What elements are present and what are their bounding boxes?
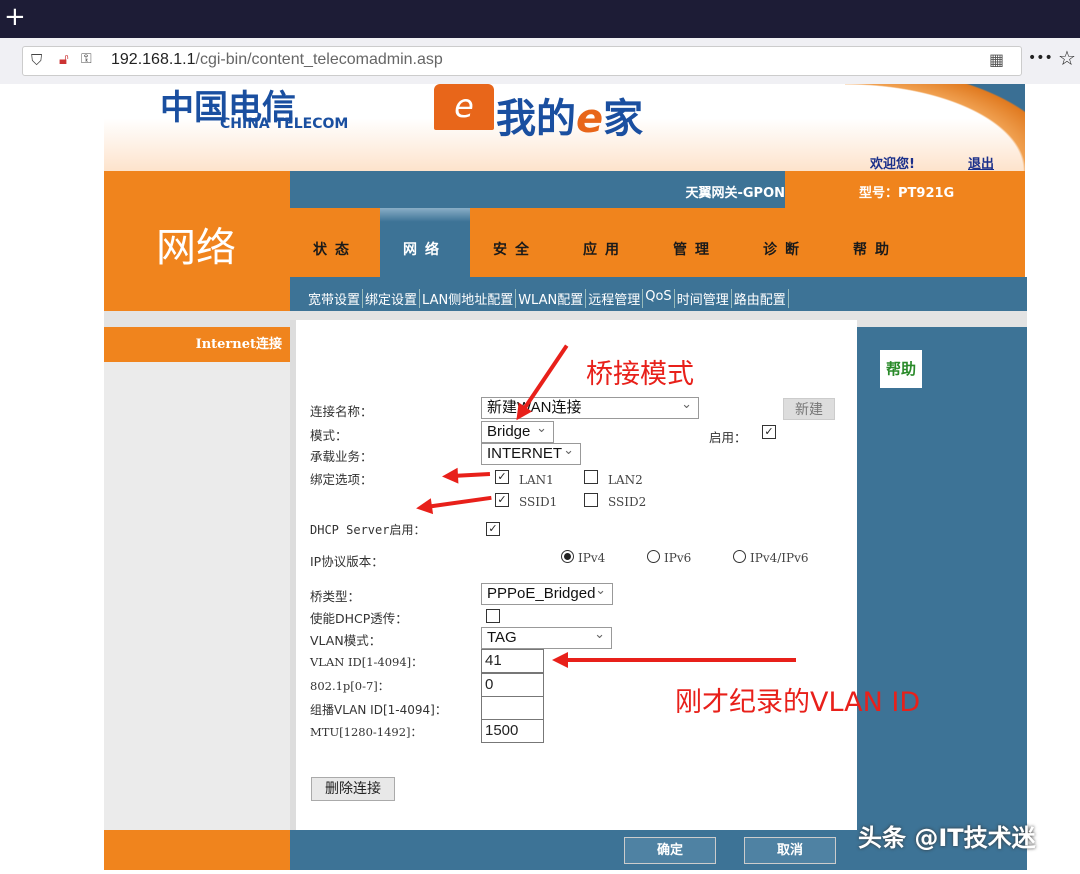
- ipv4v6-label: IPv4/IPv6: [750, 551, 809, 565]
- mode-label: 模式：: [310, 428, 348, 443]
- ssid2-checkbox[interactable]: [584, 493, 598, 507]
- model-bar: 型号：PT921G: [785, 171, 1025, 208]
- vlan-id-label: VLAN ID[1-4094]：: [310, 655, 423, 669]
- ssid2-label: SSID2: [608, 495, 647, 509]
- subnav-time[interactable]: 时间管理: [675, 289, 732, 308]
- gateway-bar: 天翼网关-GPON: [290, 171, 785, 208]
- conn-name-label: 连接名称：: [310, 404, 373, 419]
- service-label: 承载业务：: [310, 449, 373, 464]
- bookmark-star-icon[interactable]: ☆: [1058, 46, 1076, 70]
- cancel-button[interactable]: 取消: [744, 837, 836, 864]
- header-banner: 中国电信 CHINA TELECOM e 我的e家 欢迎您! 退出: [104, 84, 1025, 172]
- bind-label: 绑定选项：: [310, 472, 373, 487]
- ipv4-label: IPv4: [578, 551, 606, 565]
- url-text: 192.168.1.1/cgi-bin/content_telecomadmin…: [111, 51, 443, 68]
- my-e-home-logo: 我的e家: [496, 96, 644, 142]
- ok-button[interactable]: 确定: [624, 837, 716, 864]
- sub-nav: 宽带设置 绑定设置 LAN侧地址配置 WLAN配置 远程管理 QoS 时间管理 …: [290, 277, 1027, 311]
- address-bar[interactable]: ⛉ 🔓︎ ⚿ 192.168.1.1/cgi-bin/content_telec…: [22, 46, 1022, 76]
- tab-management[interactable]: 管理: [650, 208, 740, 277]
- dhcp-relay-label: 使能DHCP透传：: [310, 611, 408, 626]
- annotation-vlan-note: 刚才纪录的VLAN ID: [675, 687, 921, 718]
- help-button[interactable]: 帮助: [880, 350, 922, 388]
- lan1-label: LAN1: [519, 473, 554, 487]
- section-panel: 网络: [104, 171, 290, 311]
- dhcp-checkbox[interactable]: ✓: [486, 522, 500, 536]
- tab-security[interactable]: 安全: [470, 208, 560, 277]
- mtu-input[interactable]: 1500: [481, 719, 544, 743]
- tab-network[interactable]: 网络: [380, 208, 470, 277]
- key-icon: ⚿: [81, 51, 92, 67]
- subnav-wlan[interactable]: WLAN配置: [516, 289, 587, 308]
- model-text: 型号：PT921G: [859, 186, 955, 201]
- ssid1-checkbox[interactable]: ✓: [495, 493, 509, 507]
- delete-connection-button[interactable]: 删除连接: [311, 777, 395, 801]
- china-telecom-logo-en: CHINA TELECOM: [220, 116, 349, 132]
- vlan-mode-select[interactable]: TAG: [481, 624, 612, 649]
- subnav-qos[interactable]: QoS: [643, 289, 675, 308]
- bridge-type-select[interactable]: PPPoE_Bridged: [481, 580, 613, 605]
- subnav-route[interactable]: 路由配置: [732, 289, 789, 308]
- enable-label: 启用：: [709, 430, 747, 445]
- sidebar: Internet连接: [104, 327, 290, 830]
- ipv6-label: IPv6: [664, 551, 692, 565]
- dhcp-relay-checkbox[interactable]: [486, 609, 500, 623]
- ipv6-radio[interactable]: [647, 550, 660, 563]
- subnav-remote[interactable]: 远程管理: [586, 289, 644, 308]
- lan2-label: LAN2: [608, 473, 643, 487]
- dhcp-label: DHCP Server启用：: [310, 523, 426, 537]
- insecure-lock-icon: 🔓︎: [59, 50, 69, 68]
- logout-link[interactable]: 退出: [968, 153, 994, 172]
- enable-checkbox[interactable]: ✓: [762, 425, 776, 439]
- lan1-checkbox[interactable]: ✓: [495, 470, 509, 484]
- menu-icon[interactable]: •••: [1028, 50, 1053, 66]
- service-select[interactable]: INTERNET: [481, 440, 581, 465]
- watermark: 头条 @IT技术迷: [858, 824, 1036, 852]
- vlan-mode-label: VLAN模式：: [310, 633, 382, 648]
- ssid1-label: SSID1: [519, 495, 558, 509]
- subnav-binding[interactable]: 绑定设置: [363, 289, 421, 308]
- new-tab-button[interactable]: +: [4, 2, 26, 32]
- tab-status[interactable]: 状态: [290, 208, 380, 277]
- tab-help[interactable]: 帮助: [830, 208, 920, 277]
- help-panel: 帮助: [857, 327, 1027, 832]
- multicast-vlan-input[interactable]: [481, 696, 544, 720]
- main-nav: 状态 网络 安全 应用 管理 诊断 帮助: [290, 208, 1025, 277]
- shield-icon: ⛉: [31, 51, 43, 69]
- tab-application[interactable]: 应用: [560, 208, 650, 277]
- section-title: 网络: [156, 225, 236, 271]
- subnav-broadband[interactable]: 宽带设置: [306, 289, 364, 308]
- 8021p-label: 802.1p[0-7]：: [310, 679, 390, 693]
- multicast-vlan-label: 组播VLAN ID[1-4094]：: [310, 703, 447, 717]
- vlan-id-input[interactable]: 41: [481, 649, 544, 673]
- gateway-name: 天翼网关-GPON: [685, 186, 785, 201]
- qr-code-icon[interactable]: ▦: [989, 50, 1004, 69]
- ipv4-radio[interactable]: [561, 550, 574, 563]
- tab-diagnosis[interactable]: 诊断: [740, 208, 830, 277]
- e-home-logo: e: [434, 84, 494, 130]
- annotation-bridge-mode: 桥接模式: [586, 359, 694, 390]
- new-button[interactable]: 新建: [783, 398, 835, 420]
- ipv4v6-radio[interactable]: [733, 550, 746, 563]
- browser-toolbar: ⛉ 🔓︎ ⚿ 192.168.1.1/cgi-bin/content_telec…: [0, 38, 1080, 84]
- footer-left: [104, 830, 290, 870]
- browser-tab-bar: +: [0, 0, 1080, 38]
- lan2-checkbox[interactable]: [584, 470, 598, 484]
- sidebar-item-internet[interactable]: Internet连接: [104, 327, 290, 362]
- mode-select[interactable]: Bridge: [481, 418, 554, 443]
- 8021p-input[interactable]: 0: [481, 673, 544, 697]
- annotation-arrow: [552, 652, 796, 668]
- subnav-lan[interactable]: LAN侧地址配置: [420, 289, 517, 308]
- mtu-label: MTU[1280-1492]：: [310, 725, 423, 739]
- ip-version-label: IP协议版本：: [310, 554, 384, 569]
- welcome-text: 欢迎您!: [870, 157, 915, 172]
- bridge-type-label: 桥类型：: [310, 589, 361, 604]
